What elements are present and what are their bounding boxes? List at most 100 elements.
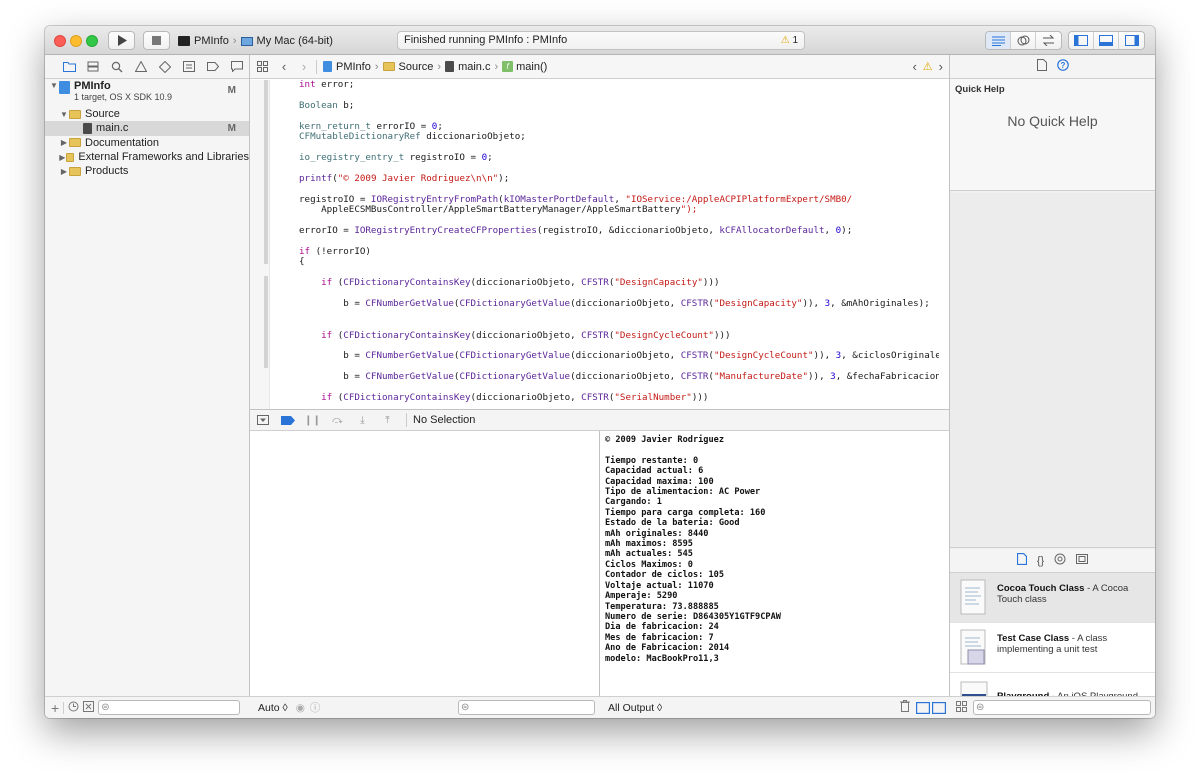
step-out-icon[interactable]: ⤒ xyxy=(375,415,400,426)
library-item-test-case-class[interactable]: Test Case Class - A class implementing a… xyxy=(950,623,1155,673)
project-navigator-folder-icon[interactable] xyxy=(57,59,81,75)
issue-navigator-icon[interactable] xyxy=(129,59,153,75)
jumpbar-group-label: Source xyxy=(398,60,434,73)
show-console-icon[interactable] xyxy=(932,701,946,714)
code-snippet-library-icon[interactable]: {} xyxy=(1037,555,1044,567)
issue-stepper[interactable]: ‹ ⚠ › xyxy=(912,59,943,74)
next-issue-button[interactable]: › xyxy=(939,59,943,74)
source-control-filter-icon[interactable] xyxy=(83,700,95,715)
breakpoints-toggle-icon[interactable] xyxy=(275,415,300,425)
disclosure-closed-icon[interactable]: ▶ xyxy=(59,153,66,162)
file-template-library-icon[interactable] xyxy=(1016,552,1027,568)
disclosure-closed-icon[interactable]: ▶ xyxy=(59,138,69,147)
related-items-icon[interactable] xyxy=(250,61,274,72)
find-navigator-icon[interactable] xyxy=(105,59,129,75)
previous-issue-button[interactable]: ‹ xyxy=(912,59,916,74)
tree-item-main-c[interactable]: main.c M xyxy=(45,121,249,136)
warning-count: 1 xyxy=(792,35,798,46)
filter-icon: ⊜ xyxy=(101,702,110,713)
divider xyxy=(316,59,317,74)
debug-navigator-icon[interactable] xyxy=(177,59,201,75)
jumpbar-group[interactable]: Source xyxy=(382,60,434,73)
eye-icon[interactable]: ◉ xyxy=(296,702,305,714)
trash-icon[interactable] xyxy=(900,700,910,715)
code-text[interactable]: int error; Boolean b; kern_return_t erro… xyxy=(299,80,939,409)
step-over-icon[interactable]: ⤼ xyxy=(325,415,350,426)
toggle-debug-area-icon[interactable] xyxy=(1094,32,1119,49)
quick-help-icon[interactable]: ? xyxy=(1056,59,1069,74)
variables-filter-input[interactable]: ⊜ xyxy=(458,700,595,715)
folder-icon xyxy=(69,109,81,119)
assistant-editor-icon[interactable] xyxy=(1011,32,1036,49)
project-root-row[interactable]: ▼ PMInfo 1 target, OS X SDK 10.9 M xyxy=(45,79,249,107)
pause-icon[interactable]: ❙❙ xyxy=(300,415,325,426)
jump-bar: ‹ › PMInfo › Source › main.c › f main() ‹… xyxy=(250,55,949,79)
activity-viewer[interactable]: Finished running PMInfo : PMInfo ⚠ 1 xyxy=(397,31,805,50)
filter-icon: ⊜ xyxy=(976,702,985,713)
terminal-icon xyxy=(178,36,190,46)
code-line: Boolean b; xyxy=(299,99,355,111)
symbol-navigator-icon[interactable] xyxy=(81,59,105,75)
close-window-button[interactable] xyxy=(54,35,66,47)
code-line: b = CFNumberGetValue(CFDictionaryGetValu… xyxy=(299,371,939,383)
jumpbar-file[interactable]: main.c xyxy=(445,61,490,73)
c-file-icon xyxy=(83,122,92,134)
tree-item-frameworks[interactable]: ▶ External Frameworks and Libraries xyxy=(45,150,249,164)
variables-scope-popup[interactable]: Auto ◊ xyxy=(258,702,288,714)
tree-item-label: External Frameworks and Libraries xyxy=(78,151,249,164)
go-back-button[interactable]: ‹ xyxy=(274,59,294,74)
tree-item-documentation[interactable]: ▶ Documentation xyxy=(45,136,249,150)
test-navigator-icon[interactable] xyxy=(153,59,177,75)
breakpoint-navigator-icon[interactable] xyxy=(201,59,225,75)
disclosure-closed-icon[interactable]: ▶ xyxy=(59,167,69,176)
library-item-cocoa-touch-class[interactable]: Cocoa Touch Class - A Cocoa Touch class xyxy=(950,573,1155,623)
console-output-popup[interactable]: All Output ◊ xyxy=(608,702,662,714)
console-layout-control[interactable] xyxy=(916,701,946,714)
code-line: io_registry_entry_t registroIO = 0; xyxy=(299,152,493,164)
run-button[interactable] xyxy=(108,31,135,50)
editor-mode-control[interactable] xyxy=(985,31,1062,50)
jumpbar-file-label: main.c xyxy=(458,60,491,73)
tree-item-source[interactable]: ▼ Source xyxy=(45,107,249,121)
zoom-window-button[interactable] xyxy=(86,35,98,47)
change-bar xyxy=(264,276,268,368)
report-navigator-icon[interactable] xyxy=(225,59,249,75)
test-case-class-icon xyxy=(960,629,986,665)
tree-item-products[interactable]: ▶ Products xyxy=(45,164,249,178)
disclosure-open-icon[interactable]: ▼ xyxy=(49,81,59,90)
hide-debug-area-icon[interactable] xyxy=(250,415,275,425)
library-grid-toggle-icon[interactable] xyxy=(956,700,967,715)
jumpbar-function[interactable]: f main() xyxy=(502,61,547,73)
go-forward-button[interactable]: › xyxy=(294,59,314,74)
editor-gutter xyxy=(250,80,270,409)
console-output[interactable]: © 2009 Javier Rodriguez Tiempo restante:… xyxy=(605,435,781,664)
file-inspector-icon[interactable] xyxy=(1036,59,1047,74)
add-icon[interactable]: + xyxy=(51,700,59,716)
object-library-icon[interactable] xyxy=(1054,553,1066,568)
navigator-filter-input[interactable]: ⊜ xyxy=(98,700,241,715)
toggle-utilities-icon[interactable] xyxy=(1119,32,1144,49)
activity-message: Finished running PMInfo : PMInfo xyxy=(404,34,568,46)
recent-files-icon[interactable] xyxy=(68,701,79,715)
warning-badge[interactable]: ⚠ 1 xyxy=(781,32,798,49)
show-variables-icon[interactable] xyxy=(916,701,930,714)
disclosure-open-icon[interactable]: ▼ xyxy=(59,110,69,119)
standard-editor-icon[interactable] xyxy=(986,32,1011,49)
info-icon[interactable]: ⓘ xyxy=(310,700,321,715)
scheme-selector[interactable]: PMInfo › My Mac (64-bit) xyxy=(178,33,333,49)
step-into-icon[interactable]: ⤓ xyxy=(350,415,375,426)
code-line: AppleECSMBusController/AppleSmartBattery… xyxy=(299,204,698,216)
jumpbar-separator: › xyxy=(494,60,499,73)
library-filter-input[interactable]: ⊜ xyxy=(973,700,1151,715)
jumpbar-project[interactable]: PMInfo xyxy=(323,61,371,73)
minimize-window-button[interactable] xyxy=(70,35,82,47)
view-toggle-control[interactable] xyxy=(1068,31,1145,50)
media-library-icon[interactable] xyxy=(1076,554,1089,567)
project-status: M xyxy=(227,85,236,96)
toggle-navigator-icon[interactable] xyxy=(1069,32,1094,49)
stop-button[interactable] xyxy=(143,31,170,50)
tree-item-label: Products xyxy=(85,165,129,178)
version-editor-icon[interactable] xyxy=(1036,32,1061,49)
